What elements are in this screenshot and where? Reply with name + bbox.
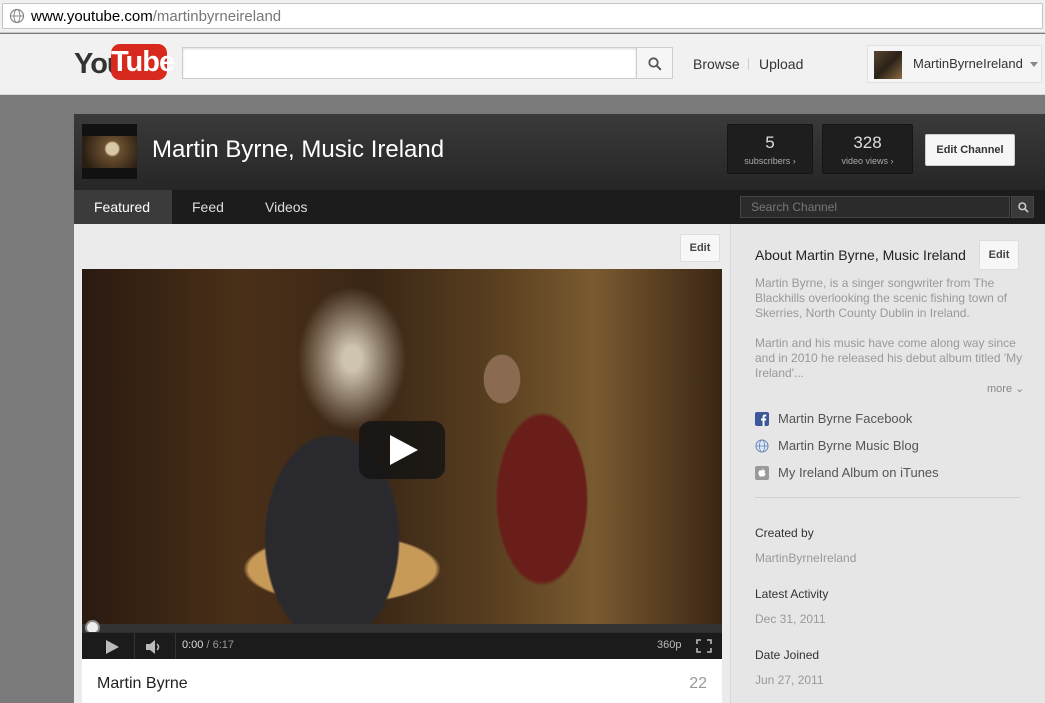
search-icon <box>648 57 662 71</box>
about-description-1: Martin Byrne, is a singer songwriter fro… <box>755 276 1008 320</box>
featured-section: Edit 0:00 / 6:17 360p Martin Byrne 22 <box>74 224 730 703</box>
link-label: My Ireland Album on iTunes <box>778 465 939 480</box>
chevron-down-icon: ⌄ <box>1015 383 1025 395</box>
views-stat[interactable]: 328 video views › <box>822 124 913 174</box>
url-path: /martinbyrneireland <box>152 8 282 25</box>
video-player[interactable]: 0:00 / 6:17 360p <box>82 269 722 659</box>
globe-icon <box>9 8 25 24</box>
channel-title: Martin Byrne, Music Ireland <box>152 136 445 163</box>
edit-featured-button[interactable]: Edit <box>680 234 720 262</box>
user-menu[interactable]: MartinByrneIreland <box>867 45 1042 83</box>
created-by-value[interactable]: MartinByrneIreland <box>755 551 856 565</box>
time-display: 0:00 / 6:17 <box>182 639 234 651</box>
link-label: Martin Byrne Facebook <box>778 411 913 426</box>
date-joined-value: Jun 27, 2011 <box>755 673 824 687</box>
video-info: Martin Byrne 22 <box>82 659 722 703</box>
more-label: more <box>987 383 1013 395</box>
link-label: Martin Byrne Music Blog <box>778 438 919 453</box>
tab-featured[interactable]: Featured <box>74 190 172 224</box>
user-avatar <box>874 51 902 79</box>
channel-header: Martin Byrne, Music Ireland 5 subscriber… <box>74 114 1045 190</box>
time-total: 6:17 <box>212 639 235 651</box>
channel-avatar <box>82 124 137 179</box>
latest-activity-label: Latest Activity <box>755 587 829 601</box>
tab-videos[interactable]: Videos <box>245 190 328 224</box>
address-field[interactable]: www.youtube.com/martinbyrneireland <box>2 3 1043 29</box>
subscribers-stat[interactable]: 5 subscribers › <box>727 124 813 174</box>
views-count: 328 <box>853 133 882 152</box>
browser-url-bar: www.youtube.com/martinbyrneireland <box>0 0 1045 33</box>
globe-icon <box>755 439 769 453</box>
channel-tabs: Featured Feed Videos Search Channel <box>74 190 1045 224</box>
browse-link[interactable]: Browse <box>693 56 740 72</box>
play-icon[interactable] <box>106 640 119 654</box>
about-title: About Martin Byrne, Music Ireland <box>755 247 966 263</box>
channel-search-button[interactable] <box>1011 196 1034 218</box>
quality-button[interactable]: 360p <box>657 639 681 651</box>
date-joined-label: Date Joined <box>755 648 820 662</box>
about-sidebar: About Martin Byrne, Music Ireland Edit M… <box>730 224 1045 703</box>
time-current: 0:00 <box>182 639 204 651</box>
created-by-label: Created by <box>755 526 814 540</box>
views-label: video views › <box>841 156 894 166</box>
facebook-icon <box>755 412 769 426</box>
chevron-down-icon <box>1030 62 1038 67</box>
video-title[interactable]: Martin Byrne <box>97 675 188 693</box>
about-description-2: Martin and his music have come along way… <box>755 336 1023 380</box>
edit-channel-button[interactable]: Edit Channel <box>925 134 1015 166</box>
username: MartinByrneIreland <box>913 56 1023 71</box>
subscribers-label: subscribers › <box>744 156 796 166</box>
latest-activity-value: Dec 31, 2011 <box>755 612 826 626</box>
more-link[interactable]: more ⌄ <box>987 382 1024 395</box>
nav-divider <box>748 58 749 70</box>
channel-search-input[interactable]: Search Channel <box>740 196 1010 218</box>
search-button[interactable] <box>637 47 673 79</box>
url-text: www.youtube.com/martinbyrneireland <box>31 8 281 25</box>
search-input[interactable] <box>182 47 637 79</box>
progress-bar[interactable] <box>82 624 722 632</box>
upload-link[interactable]: Upload <box>759 56 803 72</box>
tab-feed[interactable]: Feed <box>172 190 244 224</box>
volume-icon[interactable] <box>146 640 164 654</box>
video-views: 22 <box>689 675 707 692</box>
player-controls: 0:00 / 6:17 360p <box>82 632 722 659</box>
play-icon <box>390 435 418 465</box>
edit-about-button[interactable]: Edit <box>979 240 1019 270</box>
subscribers-count: 5 <box>765 133 775 152</box>
youtube-header: You Tube Browse Upload MartinByrneIrelan… <box>0 34 1045 95</box>
url-host: www.youtube.com <box>31 8 153 25</box>
apple-icon <box>755 466 769 480</box>
sidebar-divider <box>755 497 1020 498</box>
big-play-button[interactable] <box>359 421 445 479</box>
logo-tube: Tube <box>111 44 175 80</box>
search-icon <box>1018 202 1029 213</box>
fullscreen-icon[interactable] <box>696 639 712 653</box>
time-separator: / <box>203 639 213 651</box>
